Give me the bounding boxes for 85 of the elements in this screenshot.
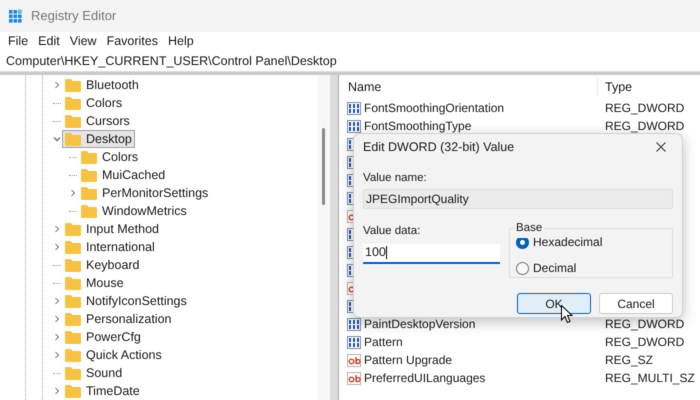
value-name[interactable]: FontSmoothingType — [364, 117, 472, 135]
value-type: REG_DWORD — [605, 334, 684, 351]
folder-icon — [81, 186, 97, 200]
group-label: Base — [514, 220, 544, 238]
folder-icon — [65, 240, 81, 254]
menu-item[interactable]: Edit — [34, 32, 64, 51]
folder-icon — [65, 78, 81, 92]
dialog-title: Edit DWORD (32-bit) Value — [363, 138, 514, 156]
tree-item[interactable]: Bluetooth — [62, 76, 142, 94]
value-type: REG_DWORD — [605, 316, 684, 333]
tree-item[interactable]: TimeDate — [62, 382, 143, 400]
value-name[interactable]: PreferredUILanguages — [364, 369, 486, 387]
tree-item[interactable]: Colors — [78, 148, 142, 166]
folder-icon — [65, 132, 81, 146]
column-header[interactable]: Name — [347, 78, 598, 96]
folder-icon — [65, 222, 81, 236]
folder-icon — [81, 150, 97, 164]
folder-icon — [65, 276, 81, 290]
chevron-icon[interactable] — [53, 351, 61, 359]
close-icon[interactable] — [656, 142, 666, 152]
field-label: Value data: — [363, 224, 422, 240]
tree-item[interactable]: NotifyIconSettings — [62, 292, 190, 310]
address-bar[interactable]: Computer\HKEY_CURRENT_USER\Control Panel\Desktop — [0, 51, 700, 72]
menu-item[interactable]: File — [4, 32, 32, 51]
menu-item[interactable]: View — [66, 32, 101, 51]
chevron-icon[interactable] — [53, 333, 61, 341]
tree-item[interactable]: WindowMetrics — [78, 202, 190, 220]
tree-item[interactable]: Cursors — [62, 112, 133, 130]
chevron-icon[interactable] — [53, 225, 61, 233]
field-label: Value name: — [363, 171, 428, 186]
value-type: REG_DWORD — [605, 100, 684, 117]
value-name[interactable]: PaintDesktopVersion — [364, 315, 476, 333]
tree-item[interactable]: Keyboard — [62, 256, 143, 274]
tree-item[interactable]: Personalization — [62, 310, 174, 328]
value-type: REG_DWORD — [605, 118, 684, 135]
folder-icon — [65, 348, 81, 362]
tree-item[interactable]: Mouse — [62, 274, 127, 292]
string-value-icon — [347, 354, 361, 366]
binary-value-icon — [347, 102, 361, 114]
folder-icon — [65, 312, 81, 326]
tree-item[interactable]: International — [62, 238, 158, 256]
tree-item[interactable]: Quick Actions — [62, 346, 165, 364]
scrollbar-thumb[interactable] — [322, 128, 325, 205]
folder-icon — [65, 114, 81, 128]
value-name[interactable]: FontSmoothingOrientation — [364, 99, 504, 117]
chevron-icon[interactable] — [53, 81, 61, 89]
dialog-button[interactable]: Cancel — [599, 293, 673, 314]
folder-icon — [65, 384, 81, 398]
value-name-field[interactable]: JPEGImportQuality — [363, 189, 673, 210]
menu-item[interactable]: Favorites — [102, 32, 162, 51]
radio-option[interactable]: Decimal — [516, 259, 672, 278]
chevron-icon[interactable] — [53, 387, 61, 395]
string-value-icon — [347, 372, 361, 384]
folder-icon — [65, 96, 81, 110]
value-type: REG_SZ — [605, 352, 654, 369]
folder-icon — [81, 168, 97, 182]
tree-item[interactable]: Colors — [62, 94, 126, 112]
window-title: Registry Editor — [31, 7, 116, 26]
tree-item[interactable]: PerMonitorSettings — [78, 184, 212, 202]
chevron-icon[interactable] — [69, 189, 77, 197]
dialog-button[interactable]: OK — [517, 293, 591, 314]
value-data-field[interactable]: 100 — [363, 244, 500, 264]
scrollbar[interactable] — [318, 75, 330, 400]
tree-item[interactable]: Input Method — [62, 220, 162, 238]
tree-item[interactable]: Desktop — [62, 130, 135, 148]
value-type: REG_MULTI_SZ — [605, 370, 695, 387]
chevron-icon[interactable] — [53, 297, 61, 305]
chevron-icon[interactable] — [53, 315, 61, 323]
radio-icon[interactable] — [516, 262, 529, 275]
app-icon — [9, 9, 23, 23]
chevron-icon[interactable] — [53, 243, 61, 251]
menu-item[interactable]: Help — [164, 32, 198, 51]
column-header[interactable]: Type — [598, 78, 632, 96]
folder-icon — [81, 204, 97, 218]
chevron-icon[interactable] — [53, 135, 61, 143]
value-name[interactable]: Pattern — [364, 333, 403, 351]
tree-item[interactable]: MuiCached — [78, 166, 168, 184]
binary-value-icon — [347, 336, 361, 348]
folder-icon — [65, 258, 81, 272]
folder-icon — [65, 294, 81, 308]
tree-item[interactable]: Sound — [62, 364, 126, 382]
folder-icon — [65, 366, 81, 380]
folder-icon — [65, 330, 81, 344]
tree-item[interactable]: PowerCfg — [62, 328, 144, 346]
value-name[interactable]: Pattern Upgrade — [364, 351, 452, 369]
